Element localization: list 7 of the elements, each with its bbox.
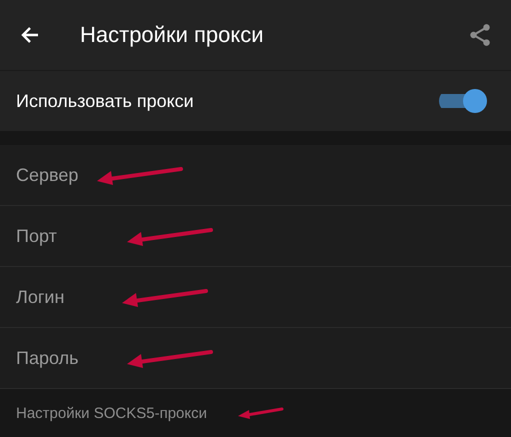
footer-caption: Настройки SOCKS5-прокси	[16, 404, 207, 422]
input-field[interactable]: Логин	[0, 282, 107, 312]
input-field[interactable]: Порт	[0, 221, 96, 251]
input-field[interactable]: Пароль	[0, 343, 118, 373]
input-field[interactable]: Сервер	[0, 160, 118, 190]
toggle-label: Использовать прокси	[16, 90, 195, 112]
screen-title: Настройки прокси	[80, 22, 265, 48]
